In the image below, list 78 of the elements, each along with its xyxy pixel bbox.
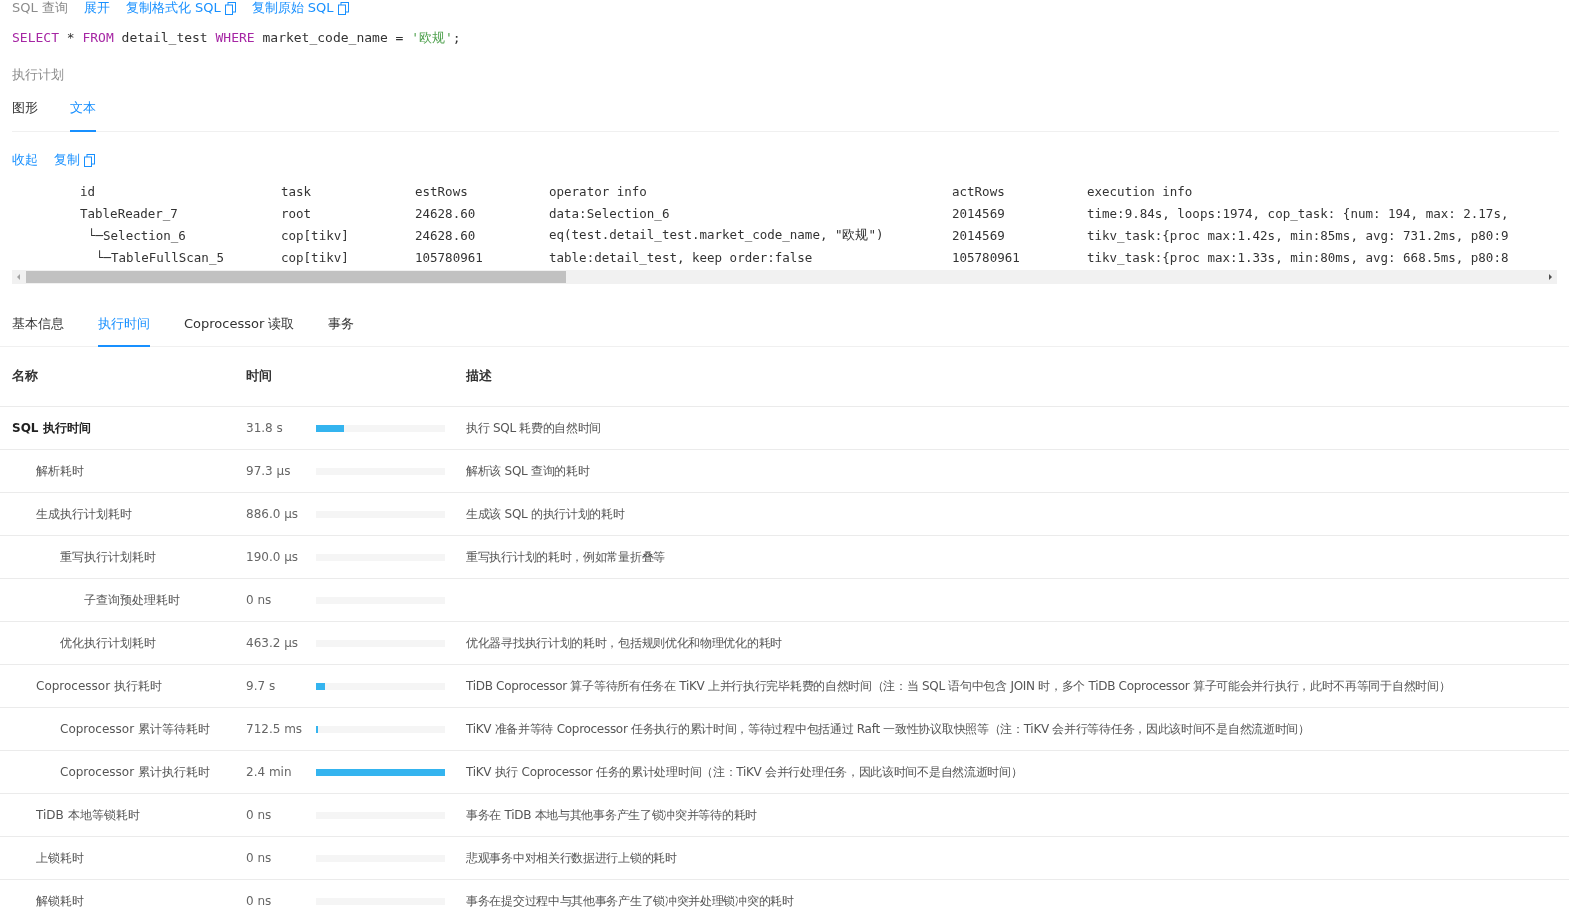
- tab[interactable]: 基本信息: [12, 309, 64, 347]
- column-header: estRows: [415, 183, 469, 199]
- table-cell-text: 97.3 µs: [246, 464, 292, 478]
- horizontal-scrollbar[interactable]: [12, 270, 1557, 284]
- table-cell-text: TiDB Coprocessor 算子等待所有任务在 TiKV 上并行执行完毕耗费的自然时间（注：当 SQL 语句中包含 JOIN 时，多个 TiDB Coprocessor 算子可能会并行执行，此时不再等同于自然时间）: [466, 677, 1452, 695]
- table-cell-text: 生成该 SQL 的执行计划的耗时: [466, 505, 626, 523]
- table-cell-text: 上锁耗时: [35, 849, 85, 867]
- column-header: 描述: [466, 368, 493, 385]
- table-cell-text: 463.2 µs: [246, 636, 300, 650]
- table-cell-text: tikv_task:{proc max:1.42s, min:85ms, avg: 731.2ms, p80:9: [1087, 227, 1510, 243]
- table-cell-text: data:Selection_6: [549, 205, 671, 221]
- column-header: actRows: [952, 183, 1006, 199]
- table-cell-text: 优化执行计划耗时: [59, 634, 157, 652]
- table-cell-text: 0 ns: [246, 894, 273, 908]
- column-header: 名称: [12, 368, 39, 385]
- table-cell-text: 解锁耗时: [35, 892, 85, 910]
- table-cell-text: 子查询预处理耗时: [83, 591, 181, 609]
- link[interactable]: 复制: [54, 151, 95, 169]
- table-cell-text: 24628.60: [415, 205, 477, 221]
- table-cell-text: 0 ns: [246, 851, 273, 865]
- table-cell-text: cop[tikv]: [281, 249, 350, 265]
- table-cell-text: table:detail_test, keep order:false: [549, 249, 814, 265]
- table-cell-text: 2014569: [952, 227, 1006, 243]
- table-cell-text: 解析耗时: [35, 462, 85, 480]
- table-cell-text: tikv_task:{proc max:1.33s, min:80ms, avg: 668.5ms, p80:8: [1087, 249, 1510, 265]
- table-cell-text: └─Selection_6: [87, 227, 187, 243]
- table-cell-text: 0 ns: [246, 808, 273, 822]
- column-header: task: [281, 183, 313, 199]
- table-cell-text: 事务在提交过程中与其他事务产生了锁冲突并处理锁冲突的耗时: [466, 892, 795, 910]
- table-cell-text: 重写执行计划的耗时，例如常量折叠等: [466, 548, 666, 566]
- section-title: 执行计划: [12, 66, 65, 84]
- table-cell-text: time:9.84s, loops:1974, cop_task: {num: 194, max: 2.17s,: [1087, 205, 1510, 221]
- link[interactable]: 复制格式化 SQL: [125, 0, 236, 17]
- table-cell-text: TiDB 本地等锁耗时: [35, 806, 141, 824]
- column-header: 时间: [246, 368, 273, 385]
- table-cell-text: 712.5 ms: [246, 722, 304, 736]
- table-cell-text: └─TableFullScan_5: [95, 249, 225, 265]
- table-cell-text: 优化器寻找执行计划的耗时，包括规则优化和物理优化的耗时: [466, 634, 783, 652]
- tab[interactable]: 事务: [328, 309, 355, 347]
- table-cell-text: 生成执行计划耗时: [35, 505, 133, 523]
- table-cell-text: Coprocessor 累计等待耗时: [59, 720, 211, 738]
- table-cell-text: 悲观事务中对相关行数据进行上锁的耗时: [466, 849, 678, 867]
- tab[interactable]: 文本: [70, 96, 96, 132]
- table-cell-text: 2.4 min: [246, 765, 293, 779]
- sql-code: SELECT * FROM detail_test WHERE market_code_name = '欧规';: [12, 29, 462, 47]
- table-cell-text: 解析该 SQL 查询的耗时: [466, 462, 591, 480]
- column-header: execution info: [1087, 183, 1194, 199]
- link[interactable]: 收起: [12, 151, 38, 169]
- column-header: operator info: [549, 183, 648, 199]
- table-cell-text: Coprocessor 执行耗时: [35, 677, 163, 695]
- table-cell-text: TiKV 准备并等待 Coprocessor 任务执行的累计时间，等待过程中包括通过 Raft 一致性协议取快照等（注：TiKV 会并行等待任务，因此该时间不是自然流逝时间）: [466, 720, 1311, 738]
- table-cell-text: 105780961: [415, 249, 484, 265]
- scrollbar-thumb[interactable]: [26, 271, 566, 283]
- table-cell-text: TiKV 执行 Coprocessor 任务的累计处理时间（注：TiKV 会并行处理任务，因此该时间不是自然流逝时间）: [466, 763, 1024, 781]
- table-cell-text: Coprocessor 累计执行耗时: [59, 763, 211, 781]
- tab[interactable]: 图形: [12, 96, 38, 132]
- table-cell-text: 24628.60: [415, 227, 477, 243]
- table-cell-text: 0 ns: [246, 593, 273, 607]
- tab[interactable]: 执行时间: [98, 309, 150, 347]
- table-cell-text: 重写执行计划耗时: [59, 548, 157, 566]
- table-cell-text: 31.8 s: [246, 421, 284, 435]
- table-cell-text: 事务在 TiDB 本地与其他事务产生了锁冲突并等待的耗时: [466, 806, 758, 824]
- table-cell-text: 105780961: [952, 249, 1021, 265]
- tab[interactable]: Coprocessor 读取: [184, 309, 295, 347]
- table-cell-text: eq(test.detail_test.market_code_name, "欧规"): [549, 226, 885, 244]
- column-header: id: [80, 183, 97, 199]
- table-cell-text: 执行 SQL 耗费的自然时间: [466, 419, 603, 437]
- link[interactable]: 复制原始 SQL: [251, 0, 349, 17]
- table-cell-text: SQL 执行时间: [12, 419, 92, 437]
- link[interactable]: 展开: [83, 0, 110, 17]
- table-cell-text: 886.0 µs: [246, 507, 300, 521]
- table-cell-text: 190.0 µs: [246, 550, 300, 564]
- section-title: SQL 查询: [12, 0, 68, 17]
- table-cell-text: 9.7 s: [246, 679, 277, 693]
- table-cell-text: root: [281, 205, 313, 221]
- table-cell-text: cop[tikv]: [281, 227, 350, 243]
- table-cell-text: 2014569: [952, 205, 1006, 221]
- table-cell-text: TableReader_7: [80, 205, 179, 221]
